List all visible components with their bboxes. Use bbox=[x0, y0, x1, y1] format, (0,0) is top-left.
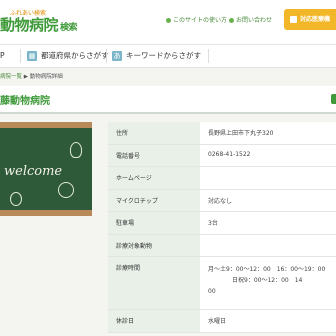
nav-item-keyword[interactable]: あキーワードからさがす bbox=[112, 45, 201, 67]
bullet-icon bbox=[229, 18, 234, 23]
chalkboard-frame bbox=[0, 122, 92, 128]
hospital-icon bbox=[290, 16, 297, 23]
breadcrumb: 病院一覧 ▶ 動物病院詳細 bbox=[0, 72, 63, 80]
table-row: マイクロチップ 対応なし bbox=[108, 189, 336, 212]
welcome-text: welcome bbox=[4, 164, 63, 179]
cat-face-drawing bbox=[58, 182, 74, 198]
site-header: ふれあい検索 動物病院 検索 このサイトの使い方 お問い合わせ 対応医療機 bbox=[0, 0, 336, 44]
nav-item-prefecture[interactable]: ▦ 都道府県からさがす bbox=[27, 45, 109, 67]
animals-value bbox=[200, 234, 336, 256]
contact-link[interactable]: お問い合わせ bbox=[229, 15, 272, 24]
site-logo[interactable]: 動物病院 検索 bbox=[0, 14, 78, 35]
nav-divider bbox=[20, 49, 21, 63]
animals-label: 診療対象動物 bbox=[108, 234, 200, 256]
breadcrumb-link[interactable]: 病院一覧 bbox=[0, 74, 22, 80]
phone-label: 電話番号 bbox=[108, 144, 200, 166]
microchip-label: マイクロチップ bbox=[108, 189, 200, 211]
search-nav: P ▦ 都道府県からさがす あキーワードからさがす bbox=[0, 44, 336, 68]
keyword-icon: あ bbox=[112, 51, 122, 61]
cat-drawing bbox=[70, 142, 82, 158]
nav-divider bbox=[208, 49, 209, 63]
homepage-value bbox=[200, 167, 336, 189]
nav-item-map[interactable]: P bbox=[0, 45, 5, 67]
hours-line: 日祝9：00〜12：00 14 bbox=[208, 277, 303, 284]
page-title: 藤動物病院 bbox=[0, 96, 50, 107]
how-to-use-link[interactable]: このサイトの使い方 bbox=[166, 15, 227, 24]
address-label: 住所 bbox=[108, 122, 200, 144]
nav-item-keyword-label: キーワードからさがす bbox=[126, 51, 201, 60]
breadcrumb-separator: ▶ bbox=[23, 74, 28, 80]
logo-suffix: 検索 bbox=[60, 23, 78, 33]
table-row: 休診日 水曜日 bbox=[108, 310, 336, 333]
parking-value: 3台 bbox=[200, 212, 336, 234]
table-row: 診療時間 月〜土9：00〜12：00 16：00〜19：00 日祝9：00〜12… bbox=[108, 257, 336, 310]
paw-drawing bbox=[10, 192, 22, 206]
how-to-use-label: このサイトの使い方 bbox=[173, 17, 228, 24]
table-row: 住所 長野県上田市下丸子320 bbox=[108, 122, 336, 145]
table-row: 駐車場 3台 bbox=[108, 212, 336, 235]
hospital-info-table: 住所 長野県上田市下丸子320 電話番号 0268-41-1522 ホームページ… bbox=[108, 122, 336, 333]
hours-line: 00 bbox=[208, 288, 216, 295]
hours-label: 診療時間 bbox=[108, 257, 200, 309]
hospital-button-label: 対応医療機 bbox=[300, 16, 331, 23]
table-row: 電話番号 0268-41-1522 bbox=[108, 144, 336, 167]
hospital-list-button[interactable]: 対応医療機 bbox=[284, 9, 336, 30]
nav-item-prefecture-label: 都道府県からさがす bbox=[41, 51, 109, 60]
microchip-value: 対応なし bbox=[200, 189, 336, 211]
address-value: 長野県上田市下丸子320 bbox=[200, 122, 336, 144]
hours-line: 月〜土9：00〜12：00 16：00〜19：00 bbox=[208, 266, 326, 273]
chalkboard-ledge bbox=[0, 210, 92, 216]
logo-text: 動物病院 bbox=[0, 16, 59, 34]
homepage-label: ホームページ bbox=[108, 167, 200, 189]
phone-value[interactable]: 0268-41-1522 bbox=[200, 144, 336, 166]
closed-label: 休診日 bbox=[108, 310, 200, 332]
parking-label: 駐車場 bbox=[108, 212, 200, 234]
closed-value: 水曜日 bbox=[200, 310, 336, 332]
table-row: 診療対象動物 bbox=[108, 234, 336, 257]
title-bar: 藤動物病院 bbox=[0, 86, 336, 114]
bookmark-icon[interactable] bbox=[331, 94, 336, 104]
bullet-icon bbox=[166, 18, 171, 23]
map-icon: ▦ bbox=[27, 51, 37, 61]
nav-item-map-label: P bbox=[0, 51, 5, 60]
hospital-photo: welcome bbox=[0, 122, 92, 216]
contact-label: お問い合わせ bbox=[236, 17, 273, 24]
breadcrumb-current: 動物病院詳細 bbox=[29, 74, 63, 80]
hours-value: 月〜土9：00〜12：00 16：00〜19：00 日祝9：00〜12：00 1… bbox=[200, 257, 336, 309]
table-row: ホームページ bbox=[108, 167, 336, 190]
nav-divider bbox=[106, 49, 107, 63]
